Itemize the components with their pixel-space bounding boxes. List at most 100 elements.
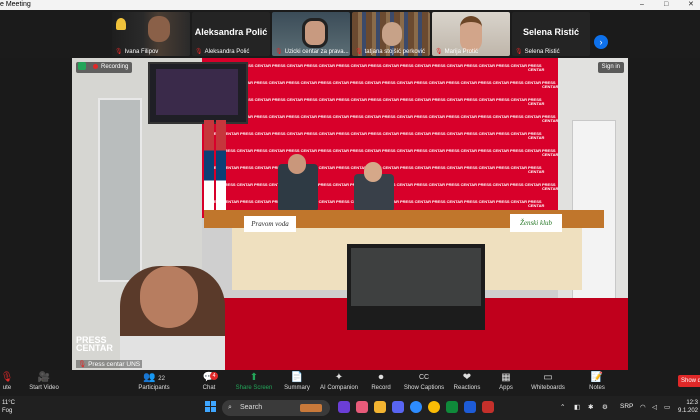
backdrop-logo: PRESS CENTAR — [446, 80, 478, 85]
chat-button[interactable]: 💬 4 Chat — [196, 372, 222, 394]
main-video: PRESS CENTAR PRESS CENTAR PRESS CENTAR PRES… — [72, 58, 628, 370]
wall-monitor — [148, 62, 248, 124]
backdrop-logo: PRESS CENTAR — [542, 148, 559, 157]
tray-app-icon[interactable]: ◧ — [574, 403, 580, 411]
backdrop-logo: PRESS CENTAR — [432, 131, 464, 136]
participant-tile[interactable]: 🎙 Ivana Filipov — [112, 12, 190, 56]
mic-muted-icon: 🎙 — [435, 49, 443, 55]
backdrop-logo: PRESS CENTAR — [496, 199, 528, 204]
volume-icon[interactable]: ◁ — [652, 403, 657, 411]
teams-icon[interactable] — [392, 401, 404, 413]
record-button[interactable]: ⏺ Record — [366, 372, 396, 394]
file-explorer-icon[interactable] — [374, 401, 386, 413]
backdrop-logo: PRESS CENTAR — [318, 80, 350, 85]
backdrop-logo: PRESS CENTAR — [350, 114, 382, 119]
backdrop-logo: PRESS CENTAR — [464, 63, 496, 68]
battery-icon[interactable]: ▭ — [664, 403, 670, 411]
tray-chevron-icon[interactable]: ⌃ — [560, 403, 565, 411]
language-indicator[interactable]: SRP — [620, 403, 633, 410]
backdrop-logo: PRESS CENTAR — [542, 80, 559, 89]
backdrop-logo: PRESS CENTAR — [336, 63, 368, 68]
chat-badge: 4 — [210, 372, 218, 380]
participant-tile[interactable]: Aleksandra Polić 🎙 Aleksandra Polić — [192, 12, 270, 56]
sign-in-button[interactable]: Sign in — [597, 62, 624, 73]
participants-button[interactable]: 👥 22 Participants — [134, 372, 174, 394]
taskbar-clock[interactable]: 12:3 9.1.202 — [678, 399, 698, 415]
notes-icon: 📝 — [590, 372, 604, 383]
backdrop-logo: PRESS CENTAR — [240, 199, 272, 204]
backdrop-logo: PRESS CENTAR — [414, 148, 446, 153]
ai-companion-button[interactable]: ✦ AI Companion — [318, 372, 360, 394]
backdrop-logo: PRESS CENTAR — [318, 148, 350, 153]
record-icon: ⏺ — [378, 372, 384, 383]
windows-start-icon[interactable] — [205, 401, 217, 413]
mic-off-icon: 🎙 — [0, 372, 14, 383]
notes-button[interactable]: 📝 Notes — [584, 372, 610, 394]
backdrop-logo: PRESS CENTAR — [414, 80, 446, 85]
tray-settings-icon[interactable]: ⚙ — [602, 403, 608, 411]
widgets-app-icon[interactable] — [338, 401, 350, 413]
backdrop-logo: PRESS CENTAR — [496, 63, 528, 68]
apps-icon: ▦ — [501, 372, 511, 383]
shield-icon — [78, 62, 86, 71]
zoom-icon[interactable] — [410, 401, 422, 413]
windows-taskbar: 11°C Fog ⌕ Search ⌃ ◧ ✱ ⚙ SRP ◠ ◁ ▭ 12:3… — [0, 396, 700, 420]
backdrop-logo: PRESS CENTAR — [318, 182, 350, 187]
backdrop-logo: PRESS CENTAR — [464, 199, 496, 204]
taskbar-search[interactable]: ⌕ Search — [222, 400, 330, 416]
backdrop-logo: PRESS CENTAR — [400, 165, 432, 170]
chrome-icon[interactable] — [428, 401, 440, 413]
flag-serbia — [204, 120, 214, 212]
apps-button[interactable]: ▦ Apps — [494, 372, 518, 394]
whiteboards-button[interactable]: ▭ Whiteboards — [528, 372, 568, 394]
backdrop-logo: PRESS CENTAR — [414, 182, 446, 187]
start-video-button[interactable]: 🎥 Start Video — [24, 372, 64, 394]
recording-indicator[interactable]: Recording — [76, 62, 133, 73]
minimize-button[interactable]: – — [640, 0, 644, 10]
backdrop-logo: PRESS CENTAR — [272, 131, 304, 136]
backdrop-logo: PRESS CENTAR — [478, 182, 510, 187]
copilot-icon[interactable] — [356, 401, 368, 413]
backdrop-logo: PRESS CENTAR — [478, 114, 510, 119]
backdrop-logo: PRESS CENTAR — [254, 80, 286, 85]
excel-icon[interactable] — [446, 401, 458, 413]
backdrop-logo: PRESS CENTAR — [496, 97, 528, 102]
participant-name: 🎙 Selena Ristić — [515, 49, 560, 55]
bluetooth-icon[interactable]: ✱ — [588, 403, 593, 411]
close-button[interactable]: ✕ — [688, 0, 694, 10]
summary-button[interactable]: 📄 Summary — [282, 372, 312, 394]
backdrop-logo: PRESS CENTAR — [400, 63, 432, 68]
search-highlight-image — [300, 404, 322, 412]
backdrop-logo: PRESS CENTAR — [510, 148, 542, 153]
gallery-next-button[interactable]: › — [594, 35, 608, 49]
participant-tile[interactable]: 🎙 tatjana stojšić perković — [352, 12, 430, 56]
mic-muted-icon: 🎙 — [515, 49, 523, 55]
window-title: e Meeting — [0, 1, 31, 8]
mute-button[interactable]: 🎙 ute — [0, 372, 20, 394]
weather-widget[interactable]: 11°C Fog — [2, 399, 15, 415]
backdrop-logo: PRESS CENTAR — [528, 97, 545, 106]
backdrop-logo: PRESS CENTAR — [382, 114, 414, 119]
participant-display-name: Selena Ristić — [522, 27, 580, 37]
participant-name: 🎙 tatjana stojšić perković — [355, 49, 425, 55]
wifi-icon[interactable]: ◠ — [640, 403, 646, 411]
record-dot-icon — [93, 63, 98, 69]
show-captions-button[interactable]: CC Show Captions — [402, 372, 446, 394]
backdrop-logo: PRESS CENTAR — [464, 131, 496, 136]
show-button[interactable]: Show d — [678, 375, 700, 387]
share-screen-button[interactable]: ⬆ Share Screen — [234, 372, 274, 394]
participant-tile[interactable]: 🎙 Uzicki centar za prava... — [272, 12, 350, 56]
word-icon[interactable] — [464, 401, 476, 413]
participant-name: 🎙 Uzicki centar za prava... — [275, 49, 349, 55]
window-titlebar: e Meeting – □ ✕ — [0, 0, 700, 10]
participant-tile[interactable]: 🎙 Marija Protić — [432, 12, 510, 56]
backdrop-logo: PRESS CENTAR — [400, 131, 432, 136]
participant-tile[interactable]: Selena Ristić 🎙 Selena Ristić — [512, 12, 590, 56]
reactions-button[interactable]: ❤ Reactions — [450, 372, 484, 394]
maximize-button[interactable]: □ — [664, 0, 668, 10]
backdrop-logo: PRESS CENTAR — [464, 165, 496, 170]
chat-icon: 💬 — [202, 372, 216, 383]
backdrop-logo: PRESS CENTAR — [400, 97, 432, 102]
youtube-icon[interactable] — [482, 401, 494, 413]
participant-name: 🎙 Ivana Filipov — [115, 49, 159, 55]
